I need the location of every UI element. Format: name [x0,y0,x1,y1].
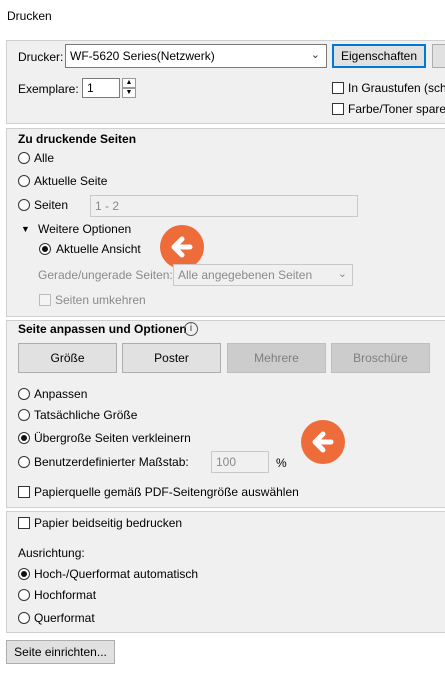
copies-value: 1 [87,81,94,95]
pages-title: Zu druckende Seiten [18,132,137,146]
custom-scale-radio[interactable] [18,456,30,468]
paper-source-checkbox[interactable] [18,486,30,498]
tab-size[interactable]: Größe [18,343,117,373]
properties-button[interactable]: Eigenschaften [332,44,426,68]
save-toner-checkbox[interactable] [332,103,344,115]
copies-label: Exemplare: [18,82,79,96]
actual-size-radio[interactable] [18,409,30,421]
odd-even-label: Gerade/ungerade Seiten: [38,268,173,282]
chevron-down-icon: ⌄ [337,268,347,280]
orientation-auto-label: Hoch-/Querformat automatisch [34,567,199,581]
tab-poster[interactable]: Poster [122,343,221,373]
tab-multiple-label: Mehrere [254,351,299,365]
copies-down-button[interactable]: ▼ [122,88,136,98]
custom-scale-label: Benutzerdefinierter Maßstab: [34,455,189,469]
tab-multiple[interactable]: Mehrere [227,343,326,373]
orientation-auto-radio[interactable] [18,568,30,580]
landscape-radio[interactable] [18,612,30,624]
pages-all-radio[interactable] [18,152,30,164]
arrow-left-icon [160,225,204,269]
fit-label: Anpassen [34,387,88,401]
reverse-pages-checkbox[interactable] [39,294,51,306]
actual-size-label: Tatsächliche Größe [34,408,138,422]
sizing-title: Seite anpassen und Optionen [18,322,187,336]
advanced-button[interactable] [432,44,445,68]
paper-source-label: Papierquelle gemäß PDF-Seitengröße auswä… [34,485,299,499]
tab-size-label: Größe [50,351,85,365]
printer-select-value: WF-5620 Series(Netzwerk) [70,49,215,63]
shrink-oversized-radio[interactable] [18,432,30,444]
info-icon[interactable]: i [184,322,198,336]
page-setup-label: Seite einrichten... [14,645,107,659]
save-toner-label: Farbe/Toner sparen [348,102,445,116]
tab-poster-label: Poster [154,351,189,365]
portrait-radio[interactable] [18,589,30,601]
duplex-label: Papier beidseitig bedrucken [34,516,183,530]
current-view-label: Aktuelle Ansicht [56,242,141,256]
shrink-oversized-label: Übergroße Seiten verkleinern [34,431,191,445]
expand-triangle-icon[interactable]: ▼ [21,224,30,234]
pages-all-label: Alle [34,151,55,165]
properties-button-label: Eigenschaften [340,49,418,63]
more-options-label[interactable]: Weitere Optionen [38,222,131,236]
fit-radio[interactable] [18,388,30,400]
duplex-checkbox[interactable] [18,517,30,529]
grayscale-checkbox[interactable] [332,82,344,94]
tab-booklet[interactable]: Broschüre [331,343,430,373]
copies-input[interactable]: 1 [82,78,120,98]
custom-scale-input[interactable]: 100 [211,451,269,473]
reverse-pages-label: Seiten umkehren [55,293,146,307]
pages-range-input[interactable]: 1 - 2 [90,195,358,217]
percent-label: % [276,456,287,470]
pages-range-value: 1 - 2 [95,199,120,213]
current-view-radio[interactable] [39,243,51,255]
custom-scale-value: 100 [216,455,237,469]
arrow-left-icon [301,420,345,464]
portrait-label: Hochformat [34,588,97,602]
current-page-label: Aktuelle Seite [34,174,108,188]
landscape-label: Querformat [34,611,95,625]
printer-select[interactable]: WF-5620 Series(Netzwerk) ⌄ [65,44,327,68]
tab-booklet-label: Broschüre [353,351,408,365]
grayscale-label: In Graustufen (schw [348,81,445,95]
pages-range-radio[interactable] [18,199,30,211]
printer-label: Drucker: [18,50,64,64]
page-setup-button[interactable]: Seite einrichten... [6,640,115,664]
orientation-title: Ausrichtung: [18,546,85,560]
window-title: Drucken [7,9,52,23]
odd-even-select[interactable]: Alle angegebenen Seiten ⌄ [173,264,353,286]
odd-even-value: Alle angegebenen Seiten [178,268,313,282]
pages-range-label: Seiten [34,198,69,212]
window-titlebar: Drucken [0,0,445,32]
copies-up-button[interactable]: ▲ [122,78,136,88]
current-page-radio[interactable] [18,175,30,187]
chevron-down-icon: ⌄ [310,49,320,61]
